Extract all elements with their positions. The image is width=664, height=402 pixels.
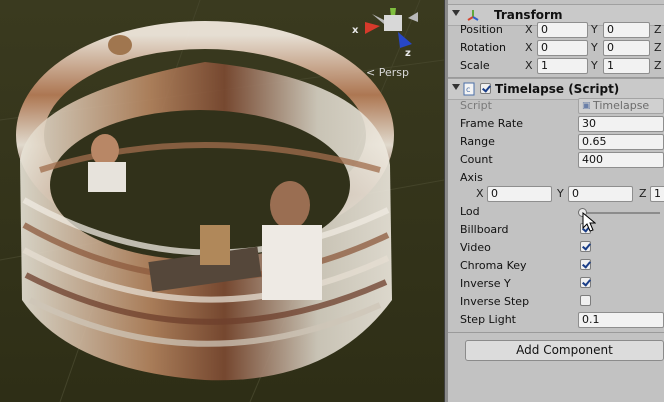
scale-y-field[interactable]: 1	[603, 58, 650, 74]
chroma-key-checkbox[interactable]	[580, 259, 591, 270]
foldout-arrow-icon[interactable]	[452, 84, 460, 90]
axis-x-label: X	[476, 187, 484, 200]
chroma-key-row: Chroma Key	[448, 257, 664, 275]
rotation-row: Rotation X 0 Y 0 Z	[448, 39, 664, 57]
add-component-button[interactable]: Add Component	[465, 340, 664, 361]
mouse-cursor-icon	[582, 212, 596, 232]
script-object-field: ▣ Timelapse	[578, 98, 664, 114]
divider	[448, 332, 664, 333]
scale-label: Scale	[460, 59, 490, 72]
axis-label: Axis	[460, 171, 483, 184]
count-row: Count 400	[448, 151, 664, 169]
rotation-y-field[interactable]: 0	[603, 40, 650, 56]
axis-z-label: Z	[654, 59, 662, 72]
range-label: Range	[460, 135, 495, 148]
inverse-y-row: Inverse Y	[448, 275, 664, 293]
count-field[interactable]: 400	[578, 152, 664, 168]
scene-view[interactable]: x z < Persp	[0, 0, 444, 402]
frame-rate-label: Frame Rate	[460, 117, 523, 130]
count-label: Count	[460, 153, 493, 166]
step-light-label: Step Light	[460, 313, 516, 326]
inverse-step-row: Inverse Step	[448, 293, 664, 311]
script-label: Script	[460, 99, 492, 112]
foldout-arrow-icon[interactable]	[452, 10, 460, 16]
inverse-y-label: Inverse Y	[460, 277, 511, 290]
gizmo-x-label: x	[352, 25, 359, 36]
position-y-field[interactable]: 0	[603, 22, 650, 38]
chroma-key-label: Chroma Key	[460, 259, 527, 272]
position-label: Position	[460, 23, 503, 36]
axis-y-label: Y	[591, 41, 598, 54]
transform-title: Transform	[494, 8, 563, 22]
gizmo-z-label: z	[405, 48, 411, 59]
axis-x-label: X	[525, 41, 533, 54]
scene-render	[0, 0, 444, 402]
range-field[interactable]: 0.65	[578, 134, 664, 150]
step-light-field[interactable]: 0.1	[578, 312, 664, 328]
script-value: Timelapse	[593, 99, 650, 112]
timelapse-title: Timelapse (Script)	[495, 82, 620, 96]
lod-label: Lod	[460, 205, 480, 218]
billboard-label: Billboard	[460, 223, 509, 236]
lod-row: Lod	[448, 203, 664, 221]
axis-z-label: Z	[654, 41, 662, 54]
video-checkbox[interactable]	[580, 241, 591, 252]
persp-text: Persp	[378, 66, 409, 79]
video-row: Video	[448, 239, 664, 257]
axis-y-label: Y	[557, 187, 564, 200]
frame-rate-row: Frame Rate 30	[448, 115, 664, 133]
axis-x-field[interactable]: 0	[487, 186, 552, 202]
svg-text:c: c	[466, 85, 470, 94]
rotation-label: Rotation	[460, 41, 507, 54]
rotation-x-field[interactable]: 0	[537, 40, 588, 56]
inverse-step-checkbox[interactable]	[580, 295, 591, 306]
inspector-panel: Transform Position X 0 Y 0 Z Rotation X …	[448, 0, 664, 402]
video-label: Video	[460, 241, 491, 254]
frame-rate-field[interactable]: 30	[578, 116, 664, 132]
component-enabled-checkbox[interactable]	[480, 83, 491, 94]
axis-y-label: Y	[591, 59, 598, 72]
step-light-row: Step Light 0.1	[448, 311, 664, 329]
inverse-step-label: Inverse Step	[460, 295, 530, 308]
axis-z-label: Z	[639, 187, 647, 200]
axis-x-label: X	[525, 23, 533, 36]
axis-z-field[interactable]: 1	[650, 186, 664, 202]
range-row: Range 0.65	[448, 133, 664, 151]
axis-y-label: Y	[591, 23, 598, 36]
axis-y-field[interactable]: 0	[568, 186, 633, 202]
projection-label[interactable]: < Persp	[366, 66, 409, 79]
script-row: Script ▣ Timelapse	[448, 97, 664, 115]
billboard-row: Billboard	[448, 221, 664, 239]
position-row: Position X 0 Y 0 Z	[448, 21, 664, 39]
script-file-icon: ▣	[582, 101, 591, 111]
transform-icon	[467, 10, 479, 21]
axis-z-label: Z	[654, 23, 662, 36]
script-icon: c	[463, 82, 475, 96]
position-x-field[interactable]: 0	[537, 22, 588, 38]
axis-values-row: X 0 Y 0 Z 1	[448, 185, 664, 203]
scale-x-field[interactable]: 1	[537, 58, 588, 74]
axis-x-label: X	[525, 59, 533, 72]
inverse-y-checkbox[interactable]	[580, 277, 591, 288]
scale-row: Scale X 1 Y 1 Z	[448, 57, 664, 75]
